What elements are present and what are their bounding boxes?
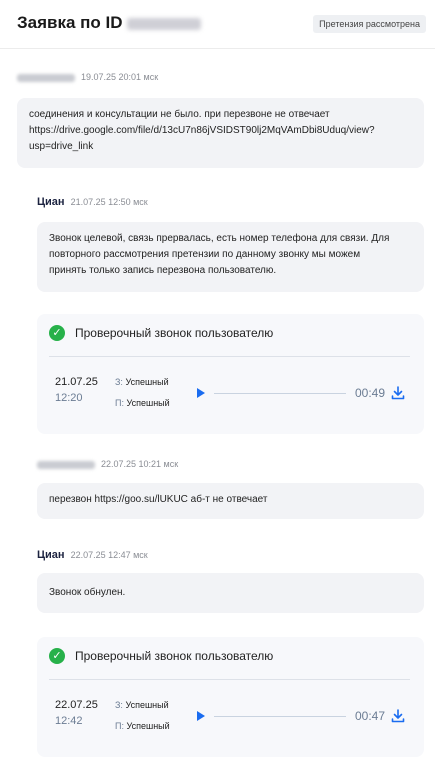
play-icon[interactable] <box>197 388 205 398</box>
call-status-receiver: П: Успешный <box>115 398 170 408</box>
message-timestamp: 21.07.25 12:50 мск <box>70 197 148 207</box>
call-date: 21.07.25 <box>55 376 98 388</box>
call-card: ✓ Проверочный звонок пользователю 21.07.… <box>37 314 424 434</box>
play-icon[interactable] <box>197 711 205 721</box>
call-card-title: Проверочный звонок пользователю <box>75 326 274 340</box>
call-card-header: ✓ Проверочный звонок пользователю <box>49 325 273 341</box>
call-duration: 00:49 <box>355 386 386 400</box>
message-timestamp: 19.07.25 20:01 мск <box>81 72 159 82</box>
message-bubble: соединения и консультации не было. при п… <box>17 98 424 168</box>
message-bubble: Звонок обнулен. <box>37 573 424 613</box>
message-meta: Циан 21.07.25 12:50 мск <box>37 196 148 208</box>
audio-progress-track[interactable] <box>214 393 346 394</box>
message-bubble: Звонок целевой, связь прервалась, есть н… <box>37 222 424 292</box>
message-bubble: перезвон https://goo.su/lUKUC аб-т не от… <box>37 483 424 519</box>
call-card-header: ✓ Проверочный звонок пользователю <box>49 648 273 664</box>
message-meta: 22.07.25 10:21 мск <box>37 459 178 469</box>
divider <box>49 356 410 357</box>
call-status-caller: З: Успешный <box>115 700 169 710</box>
redacted-author <box>37 460 95 469</box>
call-time: 12:42 <box>55 715 83 727</box>
message-author: Циан <box>37 196 65 208</box>
message-timestamp: 22.07.25 10:21 мск <box>101 459 179 469</box>
download-icon[interactable] <box>391 709 405 723</box>
call-card: ✓ Проверочный звонок пользователю 22.07.… <box>37 637 424 757</box>
status-badge: Претензия рассмотрена <box>313 15 426 33</box>
message-timestamp: 22.07.25 12:47 мск <box>70 550 148 560</box>
call-time: 12:20 <box>55 392 83 404</box>
check-circle-icon: ✓ <box>49 648 65 664</box>
check-circle-icon: ✓ <box>49 325 65 341</box>
page-title: Заявка по ID <box>17 13 201 33</box>
download-icon[interactable] <box>391 386 405 400</box>
call-status-caller: З: Успешный <box>115 377 169 387</box>
redacted-author <box>17 73 75 82</box>
redacted-id <box>126 17 201 30</box>
call-duration: 00:47 <box>355 709 386 723</box>
message-author: Циан <box>37 549 65 561</box>
divider <box>49 679 410 680</box>
audio-progress-track[interactable] <box>214 716 346 717</box>
call-card-title: Проверочный звонок пользователю <box>75 649 274 663</box>
call-date: 22.07.25 <box>55 699 98 711</box>
message-meta: 19.07.25 20:01 мск <box>17 72 158 82</box>
call-status-receiver: П: Успешный <box>115 721 170 731</box>
message-meta: Циан 22.07.25 12:47 мск <box>37 549 148 561</box>
page-header: Заявка по ID Претензия рассмотрена <box>0 0 435 49</box>
